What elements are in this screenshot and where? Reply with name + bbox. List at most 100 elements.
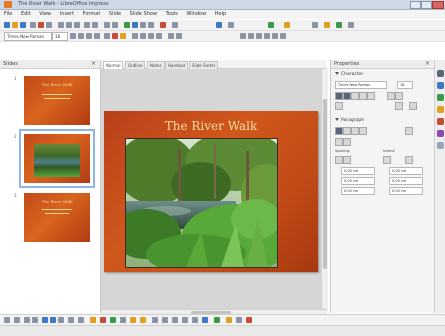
font-size-select[interactable]: 18 [52,32,68,41]
basic-shapes-icon[interactable] [90,317,96,323]
tab-handout[interactable]: Handout [165,61,189,69]
line-icon[interactable] [24,317,30,323]
line-spacing-field[interactable]: 0.00 cm [341,187,375,195]
close-icon[interactable]: × [425,60,430,67]
indent-before-field[interactable]: 0.00 cm [389,167,423,175]
menu-format[interactable]: Format [83,11,101,17]
font-size-field[interactable]: 18 [397,81,413,89]
table-icon[interactable] [124,22,130,28]
tab-outline[interactable]: Outline [125,61,146,69]
new-slide-icon[interactable] [324,22,330,28]
indent-after-field[interactable]: 0.00 cm [389,177,423,185]
rectangle-icon[interactable] [42,317,48,323]
align-right-icon[interactable] [148,33,154,39]
increase-spacing-icon[interactable] [248,33,254,39]
line-spacing-icon[interactable] [240,33,246,39]
close-button[interactable] [432,1,444,9]
animation-deck-icon[interactable] [437,94,444,101]
minimize-button[interactable] [410,1,421,9]
river-photo[interactable] [125,138,278,268]
menu-file[interactable]: File [4,11,12,17]
insert-image-icon[interactable] [246,317,252,323]
spacing-after-field[interactable]: 0.00 cm [341,177,375,185]
crop-icon[interactable] [202,317,208,323]
tab-normal[interactable]: Normal [103,61,124,69]
vertical-align-button[interactable] [405,127,413,135]
chart-icon[interactable] [140,22,146,28]
font-color-button[interactable] [335,102,343,110]
connector-icon[interactable] [78,317,84,323]
paragraph-section-header[interactable]: Paragraph [335,118,364,123]
menu-insert[interactable]: Insert [60,11,74,17]
align-left-icon[interactable] [132,33,138,39]
grow-font-button[interactable] [387,92,395,100]
undo-icon[interactable] [84,22,90,28]
copy-icon[interactable] [66,22,72,28]
strikethrough-button[interactable] [359,92,367,100]
print-icon[interactable] [46,22,52,28]
block-arrows-icon[interactable] [110,317,116,323]
tab-notes[interactable]: Notes [147,61,165,69]
shadow-object-icon[interactable] [192,317,198,323]
new-icon[interactable] [4,22,10,28]
underline-icon[interactable] [86,33,92,39]
ellipse-icon[interactable] [50,317,56,323]
redo-icon[interactable] [92,22,98,28]
menu-view[interactable]: View [39,11,51,17]
decrease-spacing-icon[interactable] [256,33,262,39]
slide-transition-deck-icon[interactable] [437,82,444,89]
menu-window[interactable]: Window [186,11,206,17]
menu-slide-show[interactable]: Slide Show [130,11,157,17]
first-line-indent-field[interactable]: 0.00 cm [389,187,423,195]
justify-button[interactable] [359,127,367,135]
pdf-icon[interactable] [38,22,44,28]
duplicate-slide-icon[interactable] [336,22,342,28]
select-icon[interactable] [4,317,10,323]
slide-title[interactable]: The River Walk [104,119,318,133]
display-views-icon[interactable] [284,22,290,28]
arrow-icon[interactable] [32,317,38,323]
toggle-extrusion-icon[interactable] [236,317,242,323]
gallery-deck-icon[interactable] [437,130,444,137]
bold-icon[interactable] [70,33,76,39]
increase-indent-button[interactable] [383,156,391,164]
image-icon[interactable] [132,22,138,28]
insert-special-icon[interactable] [216,22,222,28]
slide-layout-icon[interactable] [268,22,274,28]
numbering-button[interactable] [343,138,351,146]
character-spacing-button[interactable] [409,102,417,110]
styles-deck-icon[interactable] [437,118,444,125]
vertical-scroll-thumb[interactable] [323,99,327,269]
main-slide[interactable]: The River Walk [104,111,318,272]
italic-icon[interactable] [78,33,84,39]
callouts-icon[interactable] [130,317,136,323]
strikethrough-icon[interactable] [94,33,100,39]
flowchart-icon[interactable] [120,317,126,323]
master-slides-deck-icon[interactable] [437,106,444,113]
numbering-icon[interactable] [176,33,182,39]
font-name-select[interactable]: Times New Roman [4,32,52,41]
highlight-color-button[interactable] [395,102,403,110]
start-slideshow-icon[interactable] [172,22,178,28]
character-section-header[interactable]: Character [335,72,363,77]
align-objects-icon[interactable] [172,317,178,323]
align-right-button[interactable] [351,127,359,135]
decrease-indent-button[interactable] [405,156,413,164]
menu-help[interactable]: Help [215,11,226,17]
shrink-font-button[interactable] [395,92,403,100]
highlight-icon[interactable] [120,33,126,39]
slide-thumbnail-2[interactable] [19,129,95,188]
extrusion-icon[interactable] [214,317,220,323]
slide-thumbnail-3[interactable]: The River Walk [24,193,90,242]
export-icon[interactable] [30,22,36,28]
master-slide-icon[interactable] [312,22,318,28]
shadow-icon[interactable] [104,33,110,39]
arrange-icon[interactable] [182,317,188,323]
text-icon[interactable] [58,317,64,323]
align-center-button[interactable] [343,127,351,135]
points-icon[interactable] [152,317,158,323]
hyperlink-icon[interactable] [228,22,234,28]
font-color-icon[interactable] [112,33,118,39]
tab-slide-sorter[interactable]: Slide Sorter [189,61,219,69]
menu-edit[interactable]: Edit [21,11,31,17]
